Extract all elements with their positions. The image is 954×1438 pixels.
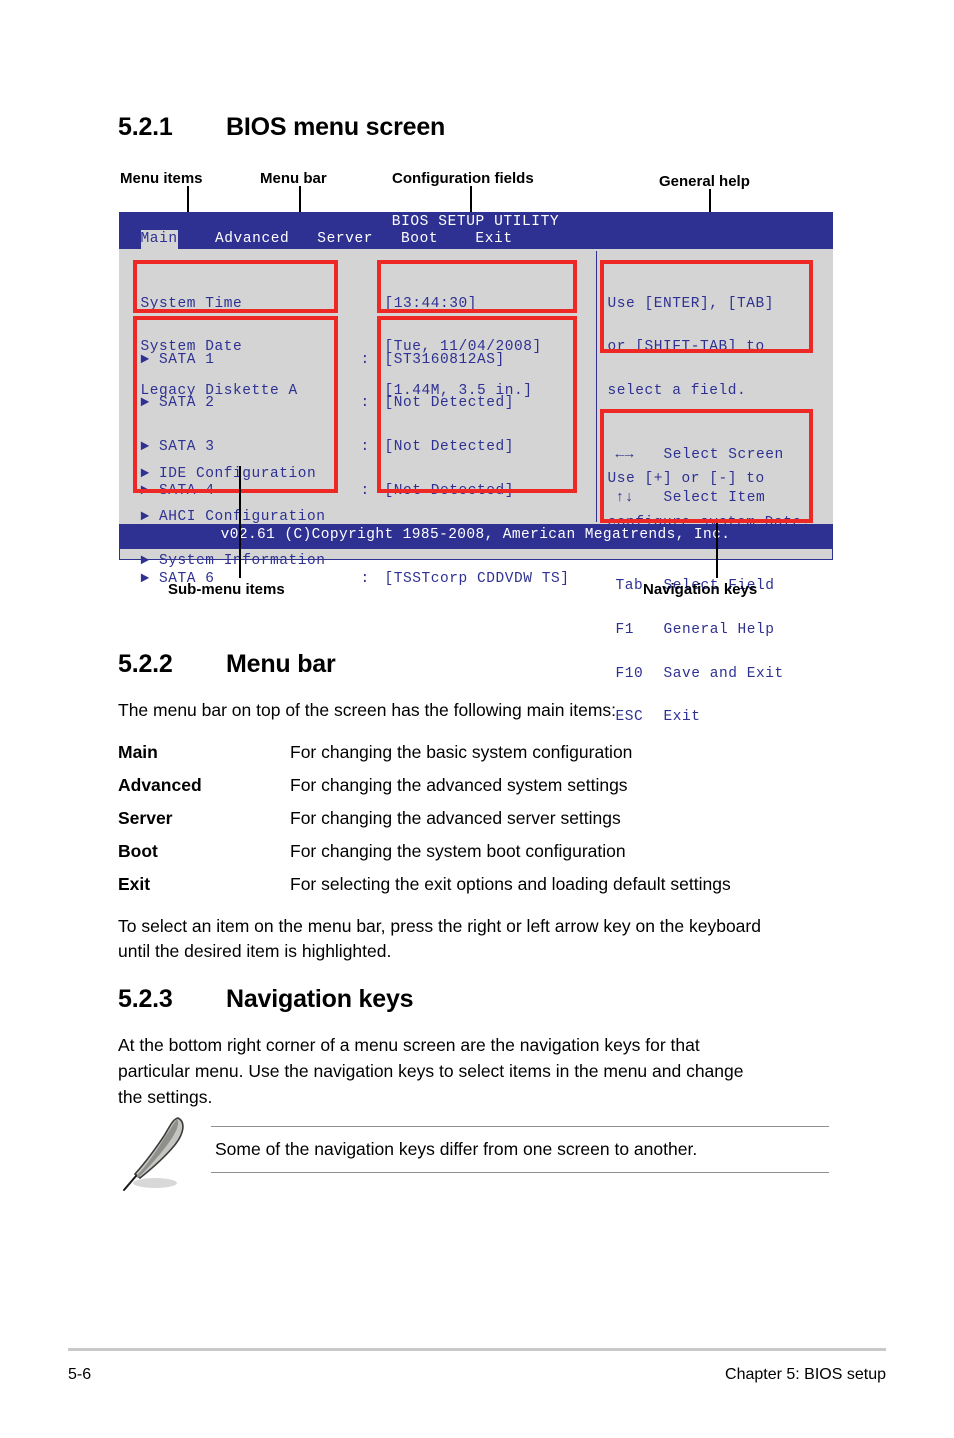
section-title: BIOS menu screen <box>226 113 446 141</box>
tab-exit[interactable]: Exit <box>475 231 512 247</box>
device-value[interactable]: [Not Detected] <box>385 484 570 499</box>
nav-action: General Help <box>663 621 775 638</box>
submenu-arrow-icon: ► <box>140 395 150 412</box>
note-text: Some of the navigation keys differ from … <box>215 1139 698 1159</box>
submenu-item-system-information[interactable]: ► System Information <box>141 554 326 569</box>
nav-key: F10 <box>615 665 644 682</box>
menu-bar-description: For selecting the exit options and loadi… <box>290 874 731 894</box>
section-title: Navigation keys <box>226 985 414 1013</box>
nav-action: Save and Exit <box>663 665 784 682</box>
submenu-label: System Information <box>159 553 326 570</box>
menu-bar-item-exit: Exit For selecting the exit options and l… <box>118 874 731 895</box>
help-line: or [SHIFT-TAB] to <box>607 339 765 356</box>
section-heading-5-2-3: 5.2.3 Navigation keys <box>118 985 414 1014</box>
note-pencil-icon <box>123 1117 184 1191</box>
bios-copyright-text: v02.61 (C)Copyright 1985-2008, American … <box>220 527 731 543</box>
bios-utility-title: BIOS SETUP UTILITY <box>391 213 560 230</box>
section-heading-5-2-2: 5.2.2 Menu bar <box>118 650 336 679</box>
nav-action: Exit <box>663 709 701 726</box>
note-bottom-rule <box>211 1172 829 1173</box>
nav-key-row: ESC Exit <box>616 710 784 725</box>
section-number: 5.2.1 <box>118 113 173 141</box>
config-value-system-time[interactable]: [13:44:30] <box>385 297 542 312</box>
device-row-sata-2[interactable]: ► SATA 2 <box>141 396 215 411</box>
device-row-sata-1[interactable]: ► SATA 1 <box>140 351 215 368</box>
menu-bar-description: For changing the advanced server setting… <box>290 808 621 828</box>
help-line: Use [ENTER], [TAB] <box>607 295 775 312</box>
callout-sub-menu-items: Sub-menu items <box>168 581 285 598</box>
menu-bar-outro-line-2: until the desired item is highlighted. <box>118 941 392 961</box>
menu-bar-description: For changing the advanced system setting… <box>290 775 628 795</box>
submenu-arrow-icon: ► <box>140 465 150 482</box>
menu-bar-term: Boot <box>118 841 158 861</box>
menu-bar-description: For changing the system boot configurati… <box>290 841 626 861</box>
navigation-keys-line-1: At the bottom right corner of a menu scr… <box>118 1035 700 1055</box>
section-heading-5-2-1: 5.2.1 BIOS menu screen <box>118 113 445 142</box>
device-value[interactable]: [TSSTcorp CDDVDW TS] <box>385 571 570 587</box>
nav-key: F1 <box>615 621 635 638</box>
callout-menu-bar: Menu bar <box>260 170 327 187</box>
tab-advanced[interactable]: Advanced <box>215 231 289 247</box>
menu-bar-term: Server <box>118 808 173 828</box>
bios-panel-divider <box>595 250 597 522</box>
navigation-keys-line-2: particular menu. Use the navigation keys… <box>118 1061 744 1081</box>
menu-bar-term: Main <box>118 742 158 762</box>
device-value[interactable]: [Not Detected] <box>385 396 570 411</box>
device-label: SATA 2 <box>159 395 215 412</box>
menu-bar-item-boot: Boot For changing the system boot configu… <box>118 841 626 862</box>
nav-key-row: ←→ Select Screen <box>615 446 784 463</box>
device-value[interactable]: [ST3160812AS] <box>385 353 570 368</box>
nav-key: ↑↓ <box>615 490 635 507</box>
bios-screen: BIOS SETUP UTILITY Main Advanced Server … <box>118 211 833 725</box>
section-number: 5.2.2 <box>118 650 173 678</box>
bios-submenu-items: ► IDE Configuration ► AHCI Configuration… <box>141 438 326 599</box>
help-line: select a field. <box>607 383 747 400</box>
leader-line-sub-menu-items <box>239 466 241 578</box>
nav-key: ←→ <box>615 446 635 463</box>
footer-rule <box>68 1348 886 1351</box>
callout-menu-items: Menu items <box>120 170 203 187</box>
nav-key: ESC <box>615 709 644 726</box>
menu-bar-item-server: Server For changing the advanced server s… <box>118 808 621 829</box>
device-value[interactable]: [Not Detected] <box>385 440 570 455</box>
callout-general-help: General help <box>659 173 750 190</box>
submenu-label: IDE Configuration <box>159 465 317 482</box>
nav-key-row: ↑↓ Select Item <box>616 491 784 506</box>
tab-main[interactable]: Main <box>140 229 178 249</box>
bios-body: System Time System Date Legacy Diskette … <box>118 248 833 725</box>
tab-boot[interactable]: Boot <box>401 231 438 247</box>
bios-device-values: [ST3160812AS] [Not Detected] [Not Detect… <box>385 324 570 616</box>
leader-line-navigation-keys <box>716 523 718 578</box>
nav-action: Select Item <box>663 490 766 507</box>
page-number: 5-6 <box>68 1366 92 1383</box>
section-title: Menu bar <box>226 650 336 678</box>
navigation-keys-line-3: the settings. <box>118 1087 213 1107</box>
callout-navigation-keys: Navigation keys <box>643 581 758 598</box>
callout-configuration-fields: Configuration fields <box>392 170 534 187</box>
nav-action: Select Screen <box>663 446 784 463</box>
tab-server[interactable]: Server <box>317 231 373 247</box>
menu-bar-intro-text: The menu bar on top of the screen has th… <box>118 700 617 720</box>
device-label: SATA 1 <box>159 351 215 368</box>
submenu-item-ide-configuration[interactable]: ► IDE Configuration <box>140 465 326 482</box>
menu-bar-term: Advanced <box>118 775 202 795</box>
menu-item-system-time[interactable]: System Time <box>141 297 298 312</box>
submenu-item-ahci-configuration[interactable]: ► AHCI Configuration <box>141 510 326 525</box>
menu-bar-item-main: Main For changing the basic system config… <box>118 742 632 763</box>
nav-key-row: F1 General Help <box>616 623 784 638</box>
menu-bar-description: For changing the basic system configurat… <box>290 742 633 762</box>
footer-chapter-label: Chapter 5: BIOS setup <box>725 1366 886 1383</box>
section-number: 5.2.3 <box>118 985 173 1013</box>
bios-top-bar: BIOS SETUP UTILITY Main Advanced Server … <box>118 211 833 249</box>
menu-bar-item-advanced: Advanced For changing the advanced system… <box>118 775 628 796</box>
bios-footer-bar: v02.61 (C)Copyright 1985-2008, American … <box>118 524 833 549</box>
nav-key-row: F10 Save and Exit <box>615 665 784 682</box>
bios-menu-bar: Main Advanced Server Boot Exit <box>140 229 513 249</box>
submenu-arrow-icon: ► <box>140 553 150 570</box>
note-top-rule <box>211 1126 829 1127</box>
menu-bar-term: Exit <box>118 874 151 894</box>
submenu-arrow-icon: ► <box>140 351 150 368</box>
